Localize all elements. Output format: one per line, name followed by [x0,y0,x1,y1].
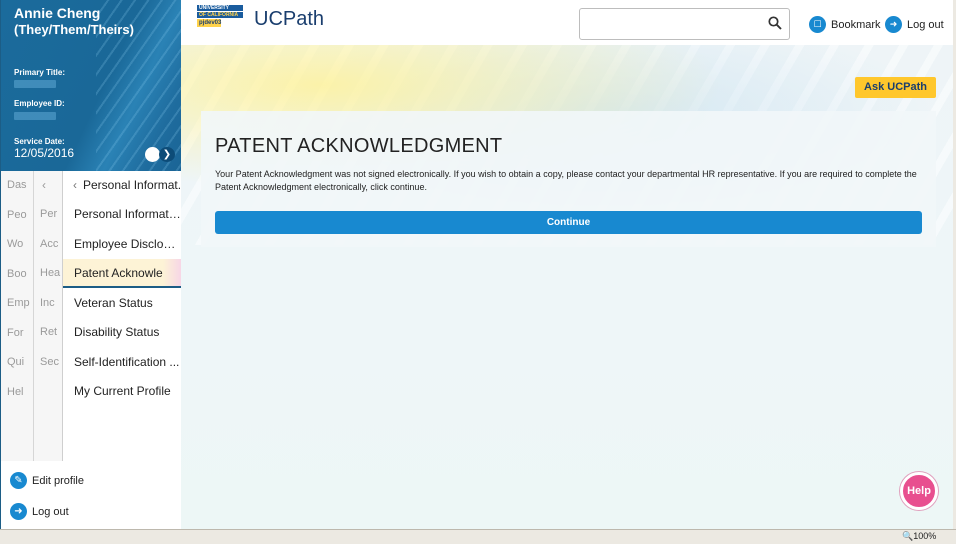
nav-l2-item[interactable]: Hea [40,267,60,279]
primary-title-label: Primary Title: [14,68,65,77]
toggle-knob [145,147,160,162]
nav-item[interactable]: Self-Identification ... [63,348,181,377]
nav-item[interactable]: Patent Acknowled... [63,259,181,288]
zoom-level[interactable]: 🔍100% [902,531,936,542]
nav-l1-item[interactable]: For [7,327,24,339]
card-message: Your Patent Acknowledgment was not signe… [215,169,917,192]
profile-name: Annie Cheng [14,5,101,21]
uc-logo-line2: OF CALIFORNIA [197,12,243,18]
navigation-panel: Das Peo Wo Boo Emp For Qui Hel ‹ Per Acc Hea Inc Ret… [1,171,181,461]
service-date-value: 12/05/2016 [14,146,75,160]
edit-profile-link[interactable]: ✎ Edit profile [10,472,84,489]
nav-l1-item[interactable]: Das [7,179,27,191]
nav-l1-item[interactable]: Hel [7,386,24,398]
pencil-icon: ✎ [10,472,27,489]
nav-item[interactable]: Employee Disclosu... [63,230,181,259]
nav-level-1: Das Peo Wo Boo Emp For Qui Hel [1,171,34,461]
search-input[interactable] [579,8,790,40]
nav-item[interactable]: My Current Profile [63,377,181,406]
nav-l1-item[interactable]: Peo [7,209,27,221]
ask-ucpath-button[interactable]: Ask UCPath [855,77,936,98]
nav-l2-item[interactable]: Inc [40,297,55,309]
sidebar-logout-link[interactable]: ➜ Log out [10,503,69,520]
nav-l2-item[interactable]: Sec [40,356,59,368]
bookmark-icon: ☐ [809,16,826,33]
page-title: PATENT ACKNOWLEDGMENT [215,135,503,157]
employee-id-redacted [14,112,56,120]
status-bar: 🔍100% [0,529,956,544]
nav-item[interactable]: Veteran Status [63,289,181,318]
app-title[interactable]: UCPath [254,8,324,31]
top-bar: UNIVERSITY OF CALIFORNIA pjdev03 UCPath … [181,0,953,45]
nav-l2-item[interactable]: Acc [40,238,58,250]
chevron-left-icon[interactable]: ‹ [42,178,46,192]
chevron-right-icon: ❯ [159,147,175,162]
nav-level-2: ‹ Per Acc Hea Inc Ret Sec [34,171,63,461]
patent-acknowledgment-card: PATENT ACKNOWLEDGMENT Your Patent Acknow… [201,111,936,247]
bookmark-label: Bookmark [831,18,881,31]
nav-l2-item[interactable]: Per [40,208,57,220]
chevron-left-icon: ‹ [73,178,77,192]
uc-logo: UNIVERSITY OF CALIFORNIA pjdev03 [197,5,243,27]
logout-icon: ➜ [885,16,902,33]
continue-button[interactable]: Continue [215,211,922,234]
profile-pronouns: (They/Them/Theirs) [14,22,134,37]
sidebar-logout-label: Log out [32,505,69,518]
nav-back-button[interactable]: ‹ Personal Informat... [63,171,181,200]
header-logout-button[interactable]: ➜ Log out [885,16,944,33]
service-date-label: Service Date: [14,137,65,146]
nav-l1-item[interactable]: Emp [7,297,30,309]
bookmark-button[interactable]: ☐ Bookmark [809,16,881,33]
search-icon[interactable] [768,16,782,30]
sidebar-footer: ✎ Edit profile ➜ Log out [1,461,181,529]
sidebar: Annie Cheng (They/Them/Theirs) Primary T… [0,0,181,529]
nav-l1-item[interactable]: Wo [7,238,23,250]
nav-item[interactable]: Personal Informati... [63,200,181,229]
nav-item[interactable]: Disability Status [63,318,181,347]
nav-l1-item[interactable]: Boo [7,268,27,280]
sidebar-collapse-toggle[interactable]: ❯ [145,146,175,162]
nav-l1-item[interactable]: Qui [7,356,24,368]
profile-panel: Annie Cheng (They/Them/Theirs) Primary T… [1,0,181,171]
header-logout-label: Log out [907,18,944,31]
main-content: UNIVERSITY OF CALIFORNIA pjdev03 UCPath … [181,0,953,529]
primary-title-redacted [14,80,56,88]
logout-icon: ➜ [10,503,27,520]
environment-badge: pjdev03 [197,19,222,27]
nav-back-label: Personal Informat... [83,178,181,192]
employee-id-label: Employee ID: [14,99,65,108]
help-button[interactable]: Help [900,472,938,510]
edit-profile-label: Edit profile [32,474,84,487]
nav-level-3: ‹ Personal Informat... Personal Informati.… [63,171,181,461]
nav-l2-item[interactable]: Ret [40,326,57,338]
uc-logo-line1: UNIVERSITY [197,5,243,11]
